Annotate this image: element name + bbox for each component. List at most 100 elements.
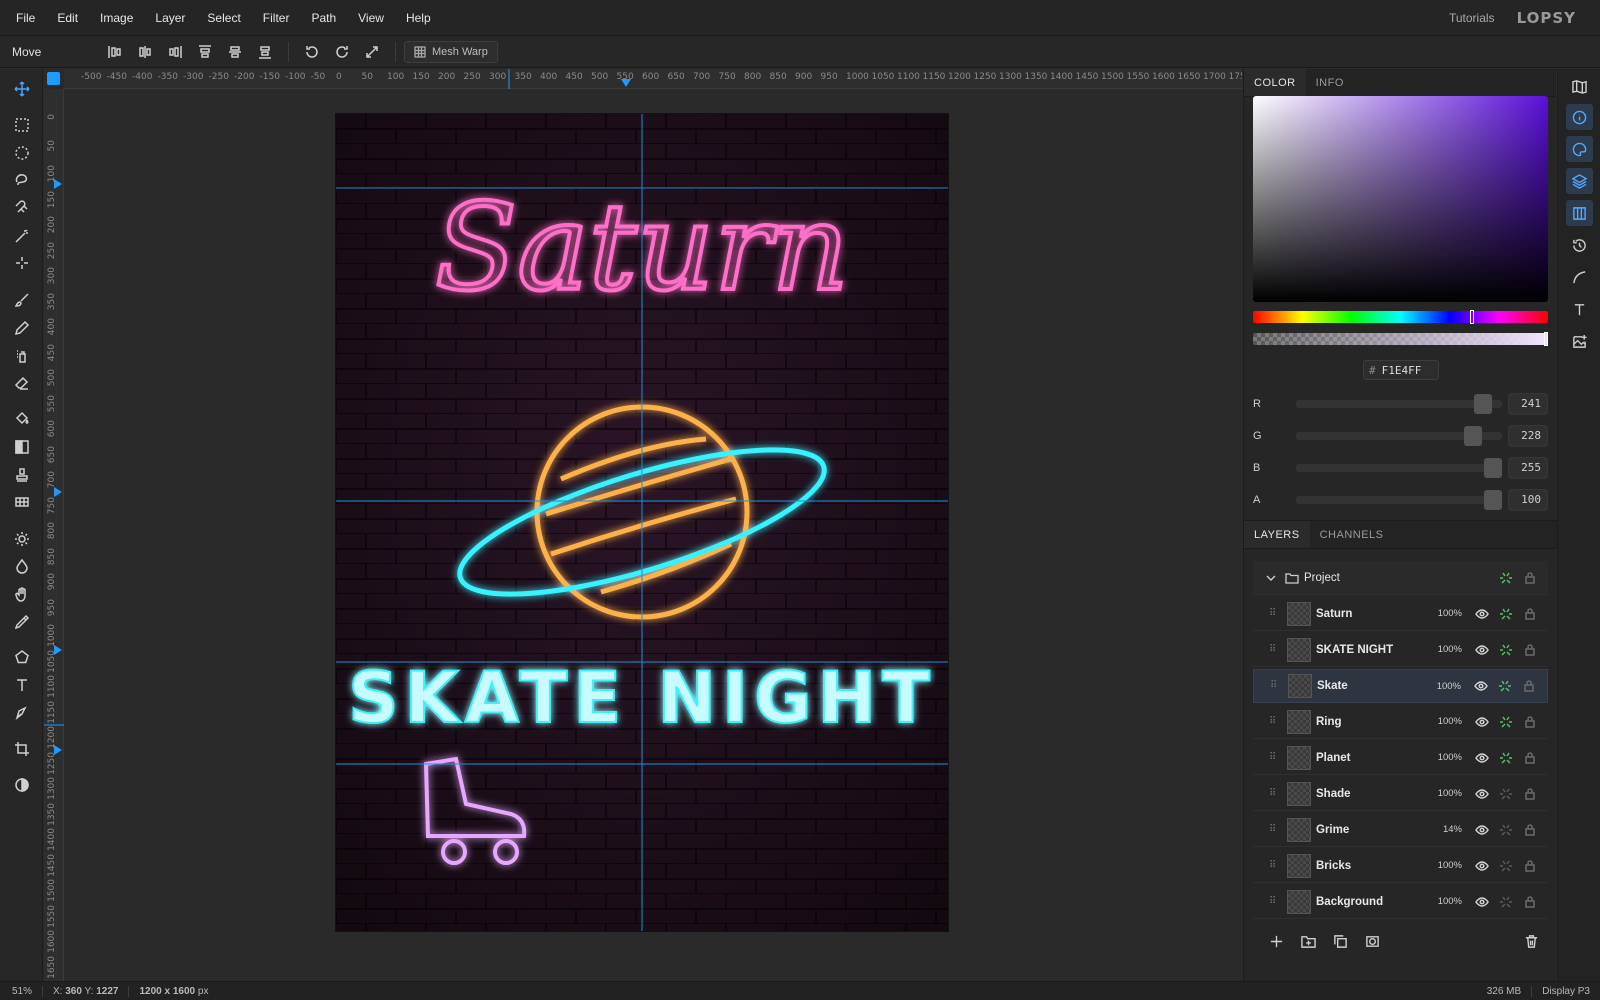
- layers-panel-button[interactable]: [1566, 168, 1593, 194]
- channel-slider[interactable]: [1296, 426, 1502, 446]
- layer-lock-toggle[interactable]: [1518, 568, 1542, 588]
- eraser-tool[interactable]: [8, 369, 35, 396]
- document-artboard[interactable]: Saturn SKATE NIGHT: [336, 114, 948, 931]
- channel-value-input[interactable]: 228: [1508, 425, 1548, 447]
- blur-tool[interactable]: [8, 552, 35, 579]
- character-panel-button[interactable]: [1566, 296, 1593, 322]
- channel-value-input[interactable]: 100: [1508, 489, 1548, 511]
- pencil-tool[interactable]: [8, 314, 35, 341]
- drag-handle-icon[interactable]: ⠿: [1269, 608, 1281, 620]
- layer-lock-toggle[interactable]: [1518, 712, 1542, 732]
- channel-value-input[interactable]: 241: [1508, 393, 1548, 415]
- lasso-tool[interactable]: [8, 166, 35, 193]
- layer-lock-toggle[interactable]: [1518, 784, 1542, 804]
- ellipse-select-tool[interactable]: [8, 139, 35, 166]
- channel-slider-thumb[interactable]: [1473, 394, 1492, 414]
- layer-row[interactable]: ⠿ Ring 100%: [1253, 705, 1548, 739]
- magnetic-lasso-tool[interactable]: [8, 194, 35, 221]
- drag-handle-icon[interactable]: ⠿: [1269, 644, 1281, 656]
- stamp-tool[interactable]: [8, 461, 35, 488]
- layer-opacity[interactable]: 100%: [1423, 681, 1461, 692]
- hand-tool[interactable]: [8, 580, 35, 607]
- layer-mask-button[interactable]: [1356, 927, 1388, 955]
- text-tool[interactable]: [8, 671, 35, 698]
- new-group-button[interactable]: [1292, 927, 1324, 955]
- ruler-corner-toggle[interactable]: [47, 72, 60, 85]
- visibility-toggle[interactable]: [1470, 640, 1494, 660]
- layer-fx-toggle[interactable]: [1494, 748, 1518, 768]
- visibility-toggle[interactable]: [1470, 604, 1494, 624]
- rotate-left-button[interactable]: [297, 39, 327, 65]
- layer-opacity[interactable]: 100%: [1424, 644, 1462, 655]
- layer-lock-toggle[interactable]: [1518, 604, 1542, 624]
- navigator-panel-button[interactable]: [1566, 73, 1593, 99]
- layer-fx-toggle[interactable]: [1493, 676, 1517, 696]
- layer-row[interactable]: ⠿ Background 100%: [1253, 885, 1548, 919]
- magic-wand-tool[interactable]: [8, 222, 35, 249]
- hue-slider[interactable]: [1253, 310, 1548, 324]
- drag-handle-icon[interactable]: ⠿: [1269, 752, 1281, 764]
- menu-filter[interactable]: Filter: [252, 11, 301, 25]
- visibility-toggle[interactable]: [1469, 676, 1493, 696]
- pattern-tool[interactable]: [8, 488, 35, 515]
- delete-layer-button[interactable]: [1515, 927, 1547, 955]
- layer-fx-toggle[interactable]: [1494, 784, 1518, 804]
- layer-fx-toggle[interactable]: [1494, 604, 1518, 624]
- layer-opacity[interactable]: 100%: [1424, 752, 1462, 763]
- menu-view[interactable]: View: [347, 11, 395, 25]
- align-top-button[interactable]: [190, 39, 220, 65]
- horizontal-ruler[interactable]: -500 -450 -400 -350 -300 -250 -200 -150 -100 -50 0…: [64, 69, 1242, 89]
- layer-fx-toggle[interactable]: [1494, 640, 1518, 660]
- canvas-area[interactable]: -500 -450 -400 -350 -300 -250 -200 -150 -100 -50 0…: [44, 69, 1242, 981]
- visibility-toggle[interactable]: [1470, 784, 1494, 804]
- tab-layers[interactable]: LAYERS: [1244, 521, 1310, 548]
- channel-slider-thumb[interactable]: [1484, 490, 1502, 510]
- align-bottom-button[interactable]: [250, 39, 280, 65]
- add-layer-button[interactable]: [1260, 927, 1292, 955]
- layer-fx-toggle[interactable]: [1494, 892, 1518, 912]
- layer-lock-toggle[interactable]: [1518, 820, 1542, 840]
- menu-file[interactable]: File: [0, 11, 46, 25]
- tutorials-link[interactable]: Tutorials: [1449, 11, 1495, 25]
- channel-slider[interactable]: [1296, 394, 1502, 414]
- layer-lock-toggle[interactable]: [1518, 748, 1542, 768]
- gradient-tool[interactable]: [8, 433, 35, 460]
- quick-select-tool[interactable]: [8, 249, 35, 276]
- tab-color[interactable]: COLOR: [1244, 69, 1306, 96]
- layer-opacity[interactable]: 100%: [1424, 788, 1462, 799]
- tab-channels[interactable]: CHANNELS: [1310, 521, 1394, 548]
- fill-tool[interactable]: [8, 405, 35, 432]
- layer-row[interactable]: ⠿ Saturn 100%: [1253, 597, 1548, 631]
- hex-input[interactable]: # F1E4FF: [1363, 360, 1439, 380]
- rotate-right-button[interactable]: [327, 39, 357, 65]
- color-panel-button[interactable]: [1566, 136, 1593, 162]
- layer-group-project[interactable]: Project: [1253, 561, 1548, 595]
- layer-opacity[interactable]: 100%: [1424, 716, 1462, 727]
- drag-handle-icon[interactable]: ⠿: [1269, 860, 1281, 872]
- menu-image[interactable]: Image: [89, 11, 144, 25]
- layer-fx-toggle[interactable]: [1494, 568, 1518, 588]
- channels-panel-button[interactable]: [1566, 200, 1593, 226]
- menu-edit[interactable]: Edit: [46, 11, 89, 25]
- duplicate-layer-button[interactable]: [1324, 927, 1356, 955]
- shape-tool[interactable]: [8, 643, 35, 670]
- menu-help[interactable]: Help: [395, 11, 442, 25]
- paths-panel-button[interactable]: [1566, 264, 1593, 290]
- visibility-toggle[interactable]: [1470, 820, 1494, 840]
- layer-row[interactable]: ⠿ Planet 100%: [1253, 741, 1548, 775]
- layer-opacity[interactable]: 14%: [1424, 824, 1462, 835]
- layer-opacity[interactable]: 100%: [1424, 896, 1462, 907]
- layer-row[interactable]: ⠿ Grime 14%: [1253, 813, 1548, 847]
- layer-fx-toggle[interactable]: [1494, 712, 1518, 732]
- menu-select[interactable]: Select: [196, 11, 251, 25]
- vertical-ruler[interactable]: 0 50 100 150 200 250 300 350 400 450 500 550 600 650 7…: [44, 89, 64, 981]
- pen-tool[interactable]: [8, 699, 35, 726]
- rect-select-tool[interactable]: [8, 111, 35, 138]
- eyedropper-tool[interactable]: [8, 608, 35, 635]
- layer-row[interactable]: ⠿ Skate 100%: [1253, 669, 1548, 703]
- layer-lock-toggle[interactable]: [1518, 892, 1542, 912]
- zoom-level[interactable]: 51%: [0, 986, 42, 997]
- clone-tool[interactable]: [8, 342, 35, 369]
- alpha-slider-thumb[interactable]: [1544, 332, 1548, 346]
- crop-tool[interactable]: [8, 735, 35, 762]
